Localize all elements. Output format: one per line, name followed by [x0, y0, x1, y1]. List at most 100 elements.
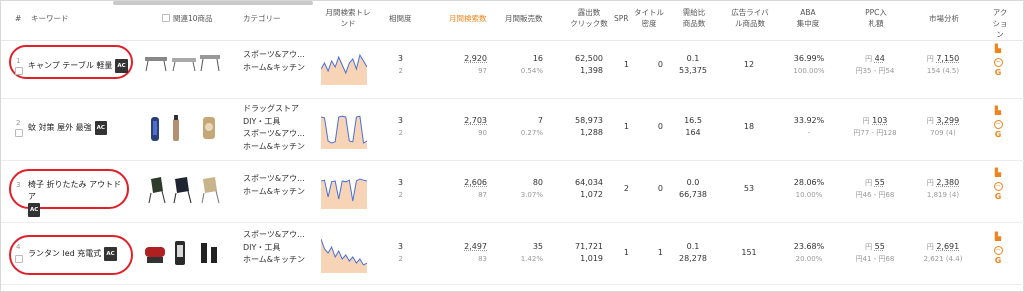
- exposure-cell: 71,721 1,019: [575, 242, 603, 263]
- supply-cell: 0.1 28,278: [679, 242, 707, 263]
- aba-cell: 28.06% 10.00%: [793, 178, 825, 199]
- action-cell: ▙ − G: [993, 167, 1003, 203]
- table-header: # キーワード 関連10商品 カテゴリー 月間検索トレ ンド 相関度 月間検索数 …: [1, 1, 1024, 41]
- trend-sparkline[interactable]: [321, 109, 367, 149]
- header-hash: #: [15, 14, 22, 23]
- exposure-cell: 62,500 1,398: [575, 54, 603, 75]
- ac-badge: AC: [115, 59, 128, 73]
- circle-minus-icon[interactable]: −: [993, 55, 1003, 67]
- action-cell: ▙ − G: [993, 231, 1003, 267]
- google-icon[interactable]: G: [993, 67, 1003, 79]
- table-frame: # キーワード 関連10商品 カテゴリー 月間検索トレ ンド 相関度 月間検索数 …: [0, 0, 1024, 292]
- header-match[interactable]: 相関度: [389, 13, 412, 24]
- exposure-cell: 64,034 1,072: [575, 178, 603, 199]
- exposure-cell: 58,973 1,288: [575, 116, 603, 137]
- product-thumbnails[interactable]: [147, 111, 227, 145]
- sales-cell: 7 0.27%: [520, 116, 543, 137]
- spr-cell: 2: [623, 184, 629, 193]
- ad-rivals-cell: 18: [743, 122, 755, 131]
- title-density-cell: 0: [657, 122, 663, 131]
- product-thumbnails[interactable]: [147, 173, 227, 205]
- match-cell: 32: [397, 178, 403, 199]
- ad-rivals-cell: 12: [743, 60, 755, 69]
- aba-cell: 33.92% -: [793, 116, 825, 137]
- searches-cell: 2,920 97: [464, 54, 487, 75]
- google-icon[interactable]: G: [993, 129, 1003, 141]
- ac-badge: AC: [104, 247, 117, 261]
- header-keyword[interactable]: キーワード: [31, 13, 69, 24]
- bar-chart-icon[interactable]: ▙: [993, 167, 1003, 179]
- category-cell: ドラッグストア DIY・工具 スポーツ&アウ... ホーム&キッチン: [243, 104, 305, 151]
- keyword-cell[interactable]: キャンプ テーブル 軽量 AC: [28, 59, 128, 73]
- trend-sparkline[interactable]: [321, 233, 367, 273]
- bar-chart-icon[interactable]: ▙: [993, 231, 1003, 243]
- spr-cell: 1: [623, 248, 629, 257]
- action-cell: ▙ − G: [993, 105, 1003, 141]
- supply-cell: 0.0 66,738: [679, 178, 707, 199]
- searches-cell: 2,606 87: [464, 178, 487, 199]
- supply-cell: 16.5 164: [684, 116, 702, 137]
- aba-cell: 23.68% 20.00%: [793, 242, 825, 263]
- spr-cell: 1: [623, 122, 629, 131]
- circle-minus-icon[interactable]: −: [993, 117, 1003, 129]
- table-row[interactable]: 3 椅子 折りたたみ アウトドア AC スポーツ&アウ... ホーム&キッチン 32…: [1, 161, 1024, 223]
- row-checkbox[interactable]: [15, 129, 23, 137]
- ac-badge: AC: [94, 121, 107, 135]
- circle-minus-icon[interactable]: −: [993, 243, 1003, 255]
- searches-cell: 2,497 83: [464, 242, 487, 263]
- match-cell: 32: [397, 242, 403, 263]
- header-action: アク ション: [992, 8, 1008, 39]
- match-cell: 32: [397, 116, 403, 137]
- trend-area: [321, 239, 367, 273]
- product-thumbnails[interactable]: [143, 49, 223, 75]
- header-aba[interactable]: ABA 集中度: [793, 7, 823, 29]
- spr-cell: 1: [623, 60, 629, 69]
- header-related: 関連10商品: [173, 14, 213, 23]
- title-density-cell: 0: [657, 60, 663, 69]
- header-ad-rivals[interactable]: 広告ライバ ル商品数: [729, 7, 771, 29]
- sales-cell: 80 3.07%: [520, 178, 543, 199]
- header-exposure[interactable]: 露出数 クリック数: [569, 7, 609, 29]
- header-trend[interactable]: 月間検索トレ ンド: [323, 7, 373, 29]
- action-cell: ▙ − G: [993, 43, 1003, 79]
- header-spr[interactable]: SPR: [614, 13, 629, 24]
- keyword-cell[interactable]: 蚊 対策 屋外 最強 AC: [28, 121, 107, 135]
- row-checkbox[interactable]: [15, 255, 23, 263]
- header-market[interactable]: 市場分析: [929, 13, 959, 24]
- header-category: カテゴリー: [243, 14, 281, 23]
- google-icon[interactable]: G: [993, 255, 1003, 267]
- category-cell: スポーツ&アウ... ホーム&キッチン: [243, 50, 305, 72]
- ppc-cell: 円 55 円41 - 円68: [855, 242, 895, 263]
- match-cell: 32: [397, 54, 403, 75]
- circle-minus-icon[interactable]: −: [993, 179, 1003, 191]
- keyword-cell[interactable]: ランタン led 充電式 AC: [28, 247, 117, 261]
- ad-rivals-cell: 53: [743, 184, 755, 193]
- header-title-density[interactable]: タイトル 密度: [632, 7, 666, 29]
- table-row[interactable]: 4 ランタン led 充電式 AC スポーツ&アウ... DIY・工具 ホーム&キッチ…: [1, 223, 1024, 285]
- header-searches[interactable]: 月間検索数: [449, 13, 487, 24]
- title-density-cell: 1: [657, 248, 663, 257]
- market-cell: 円 3,299 709 (4): [926, 116, 960, 137]
- bar-chart-icon[interactable]: ▙: [993, 43, 1003, 55]
- product-thumbnails[interactable]: [143, 237, 227, 269]
- searches-cell: 2,703 90: [464, 116, 487, 137]
- trend-sparkline[interactable]: [321, 45, 367, 85]
- select-all-checkbox[interactable]: [162, 14, 170, 22]
- table-row[interactable]: 2 蚊 対策 屋外 最強 AC ドラッグストア DIY・工具 スポーツ&アウ... ホー…: [1, 99, 1024, 161]
- header-supply[interactable]: 需給比 商品数: [677, 7, 711, 29]
- row-index: 2: [16, 119, 21, 127]
- ppc-cell: 円 55 円46 - 円68: [855, 178, 895, 199]
- google-icon[interactable]: G: [993, 191, 1003, 203]
- sales-cell: 35 1.42%: [520, 242, 543, 263]
- keyword-cell[interactable]: 椅子 折りたたみ アウトドア AC: [28, 179, 128, 217]
- bar-chart-icon[interactable]: ▙: [993, 105, 1003, 117]
- title-density-cell: 0: [657, 184, 663, 193]
- table-row[interactable]: 1 キャンプ テーブル 軽量 AC スポーツ&アウ... ホーム&キッチン 32 2…: [1, 37, 1024, 99]
- row-index: 4: [16, 243, 21, 251]
- header-sales[interactable]: 月間販売数: [505, 13, 543, 24]
- header-ppc[interactable]: PPC入 札額: [861, 7, 891, 29]
- trend-sparkline[interactable]: [321, 169, 367, 209]
- row-checkbox[interactable]: [15, 67, 23, 75]
- row-index: 3: [16, 181, 21, 189]
- sales-cell: 16 0.54%: [520, 54, 543, 75]
